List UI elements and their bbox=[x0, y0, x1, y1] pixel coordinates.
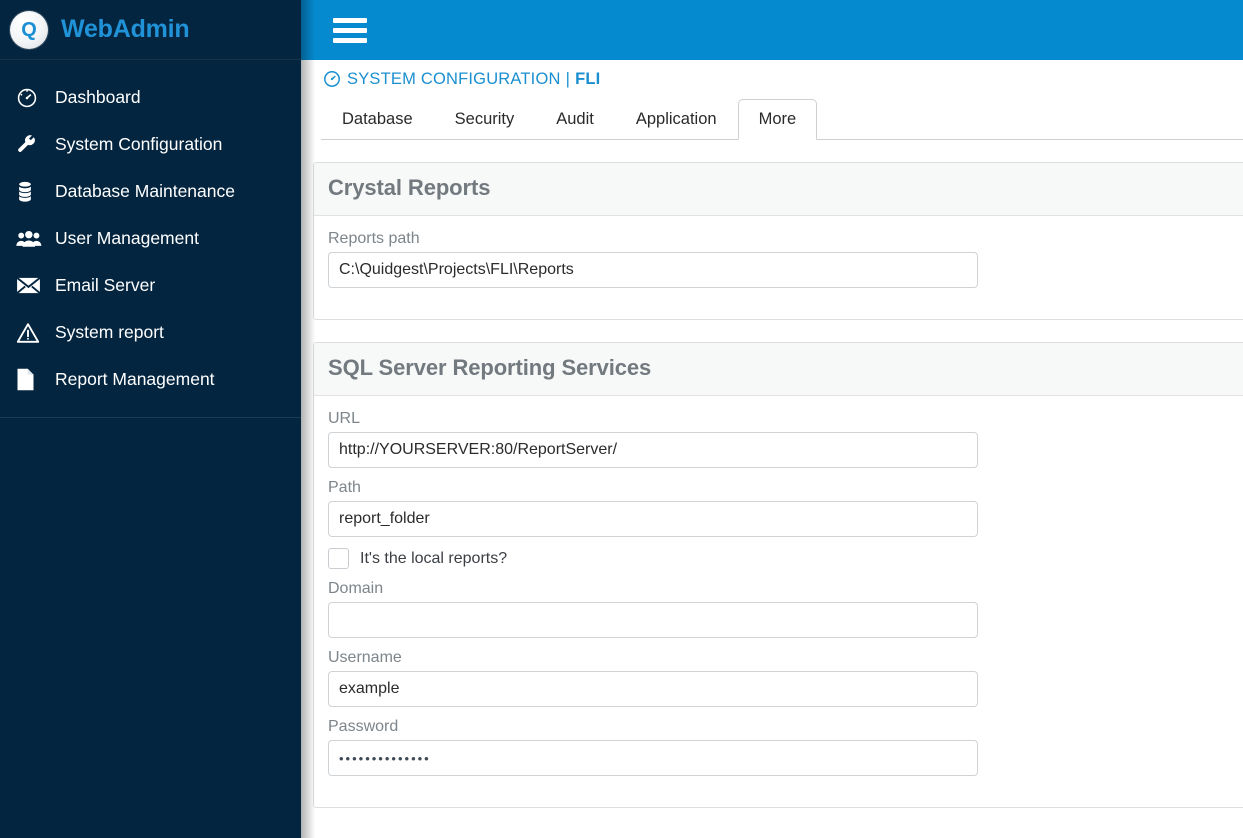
warning-triangle-icon bbox=[16, 322, 50, 344]
panel-body: URL Path It's the local reports? Domain bbox=[314, 396, 1243, 807]
hamburger-icon[interactable] bbox=[333, 17, 367, 43]
breadcrumb: SYSTEM CONFIGURATION | FLI bbox=[301, 60, 1243, 98]
field-label: Password bbox=[328, 718, 399, 735]
tab-bar: Database Security Audit Application More bbox=[321, 98, 1243, 140]
field-password: Password bbox=[328, 718, 1243, 776]
app-logo: Q bbox=[10, 10, 48, 49]
tab-label: Application bbox=[635, 109, 717, 128]
sidebar-item-label: System Configuration bbox=[55, 134, 223, 154]
tab-label: Database bbox=[342, 109, 413, 128]
sidebar-item-report-management[interactable]: Report Management bbox=[0, 356, 301, 403]
field-local-reports: It's the local reports? bbox=[328, 548, 1243, 569]
breadcrumb-separator: | bbox=[565, 69, 571, 88]
tab-database[interactable]: Database bbox=[321, 99, 434, 139]
document-icon bbox=[16, 368, 50, 391]
panel-header: SQL Server Reporting Services bbox=[314, 343, 1243, 396]
top-bar bbox=[301, 0, 1243, 60]
field-label: Reports path bbox=[328, 230, 420, 247]
panel-crystal-reports: Crystal Reports Reports path bbox=[313, 162, 1243, 320]
main-content: SYSTEM CONFIGURATION | FLI Database Secu… bbox=[301, 0, 1243, 838]
field-label: URL bbox=[328, 410, 361, 427]
settings-content: Crystal Reports Reports path SQL Server … bbox=[301, 140, 1243, 808]
sidebar-item-system-configuration[interactable]: System Configuration bbox=[0, 121, 301, 168]
brand-title: WebAdmin bbox=[61, 15, 190, 43]
panel-title: SQL Server Reporting Services bbox=[328, 355, 652, 380]
tab-security[interactable]: Security bbox=[434, 99, 536, 139]
app-window: Q WebAdmin Dashboard System Configuratio… bbox=[0, 0, 1243, 838]
local-reports-label: It's the local reports? bbox=[360, 549, 508, 567]
path-input[interactable] bbox=[328, 501, 978, 537]
panel-title: Crystal Reports bbox=[328, 175, 491, 200]
sidebar-item-system-report[interactable]: System report bbox=[0, 309, 301, 356]
field-label: Username bbox=[328, 649, 402, 666]
password-input[interactable] bbox=[328, 740, 978, 776]
reports-path-input[interactable] bbox=[328, 252, 978, 288]
tab-audit[interactable]: Audit bbox=[535, 99, 615, 139]
sidebar-divider bbox=[0, 417, 301, 418]
tab-label: Audit bbox=[556, 109, 594, 128]
sidebar-item-label: System report bbox=[55, 322, 164, 342]
sidebar-item-database-maintenance[interactable]: Database Maintenance bbox=[0, 168, 301, 215]
field-domain: Domain bbox=[328, 580, 1243, 638]
hamburger-bar bbox=[333, 27, 367, 33]
sidebar-item-label: Dashboard bbox=[55, 87, 141, 107]
sidebar: Q WebAdmin Dashboard System Configuratio… bbox=[0, 0, 301, 838]
envelope-icon bbox=[16, 276, 50, 295]
tab-application[interactable]: Application bbox=[615, 99, 738, 139]
hamburger-bar bbox=[333, 37, 367, 43]
url-input[interactable] bbox=[328, 432, 978, 468]
sidebar-item-dashboard[interactable]: Dashboard bbox=[0, 74, 301, 121]
tab-label: Security bbox=[454, 109, 515, 128]
panel-body: Reports path bbox=[314, 216, 1243, 319]
username-input[interactable] bbox=[328, 671, 978, 707]
gauge-icon bbox=[16, 87, 50, 109]
sidebar-item-label: Email Server bbox=[55, 275, 156, 295]
brand-header[interactable]: Q WebAdmin bbox=[0, 0, 301, 60]
local-reports-checkbox[interactable] bbox=[328, 548, 349, 569]
domain-input[interactable] bbox=[328, 602, 978, 638]
tab-more[interactable]: More bbox=[737, 99, 818, 140]
gauge-icon bbox=[323, 70, 341, 88]
panel-header: Crystal Reports bbox=[314, 163, 1243, 216]
database-icon bbox=[16, 181, 50, 203]
tabs-container: Database Security Audit Application More bbox=[301, 98, 1243, 140]
field-reports-path: Reports path bbox=[328, 230, 1243, 288]
sidebar-item-label: User Management bbox=[55, 228, 199, 248]
users-icon bbox=[16, 229, 50, 249]
field-path: Path bbox=[328, 479, 1243, 537]
sidebar-item-user-management[interactable]: User Management bbox=[0, 215, 301, 262]
field-label: Domain bbox=[328, 580, 384, 597]
sidebar-item-email-server[interactable]: Email Server bbox=[0, 262, 301, 309]
sidebar-item-label: Report Management bbox=[55, 369, 215, 389]
panel-ssrs: SQL Server Reporting Services URL Path I… bbox=[313, 342, 1243, 808]
sidebar-nav: Dashboard System Configuration Database … bbox=[0, 60, 301, 418]
breadcrumb-app: FLI bbox=[575, 69, 601, 88]
tab-label: More bbox=[758, 110, 797, 128]
breadcrumb-section: SYSTEM CONFIGURATION bbox=[347, 69, 561, 88]
hamburger-bar bbox=[333, 17, 367, 23]
field-username: Username bbox=[328, 649, 1243, 707]
sidebar-item-label: Database Maintenance bbox=[55, 181, 235, 201]
logo-letter: Q bbox=[21, 18, 37, 41]
field-url: URL bbox=[328, 410, 1243, 468]
wrench-icon bbox=[16, 134, 50, 156]
field-label: Path bbox=[328, 479, 361, 496]
